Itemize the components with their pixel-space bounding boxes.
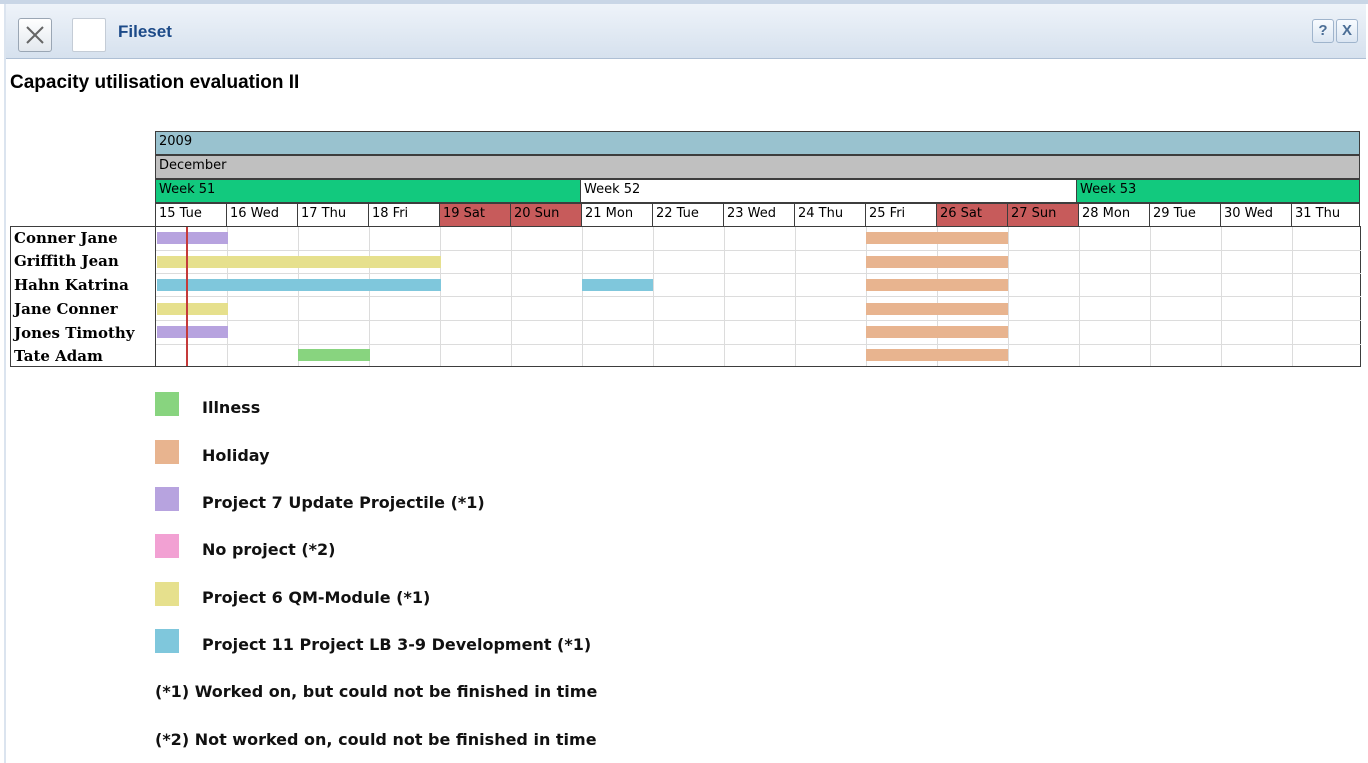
day-31: 31 Thu xyxy=(1291,203,1360,227)
close-x-icon xyxy=(26,26,44,44)
grid-hline xyxy=(156,273,1361,274)
employee-name: Conner Jane xyxy=(14,229,118,247)
bar-project-7[interactable] xyxy=(157,232,228,244)
day-18: 18 Fri xyxy=(368,203,440,227)
grid-hline xyxy=(156,250,1361,251)
day-30: 30 Wed xyxy=(1220,203,1292,227)
footnote-1: (*1) Worked on, but could not be finishe… xyxy=(155,682,598,701)
day-21: 21 Mon xyxy=(581,203,653,227)
window-close-icon[interactable]: X xyxy=(1336,19,1358,43)
day-15: 15 Tue xyxy=(155,203,227,227)
day-26: 26 Sat xyxy=(936,203,1008,227)
bar-holiday[interactable] xyxy=(866,279,1008,291)
bar-project-11[interactable] xyxy=(582,279,653,291)
close-button[interactable] xyxy=(18,18,52,52)
employee-name: Griffith Jean xyxy=(14,252,119,270)
footnote-2: (*2) Not worked on, could not be finishe… xyxy=(155,730,597,749)
today-marker xyxy=(186,227,188,366)
blank-checkbox[interactable] xyxy=(72,18,106,52)
bar-project-11[interactable] xyxy=(157,279,441,291)
grid-hline xyxy=(156,320,1361,321)
legend-swatch-project-11 xyxy=(155,629,179,653)
day-28: 28 Mon xyxy=(1078,203,1150,227)
bar-holiday[interactable] xyxy=(866,303,1008,315)
employee-name: Jones Timothy xyxy=(14,324,135,342)
bar-project-6[interactable] xyxy=(157,303,228,315)
page-title: Capacity utilisation evaluation II xyxy=(10,72,300,93)
window-title: Fileset xyxy=(118,22,172,41)
bar-illness[interactable] xyxy=(298,349,370,361)
day-25: 25 Fri xyxy=(865,203,937,227)
legend-label: Project 6 QM-Module (*1) xyxy=(202,588,431,607)
legend-swatch-holiday xyxy=(155,440,179,464)
employee-name: Hahn Katrina xyxy=(14,276,129,294)
day-20: 20 Sun xyxy=(510,203,582,227)
legend-swatch-project-7 xyxy=(155,487,179,511)
day-23: 23 Wed xyxy=(723,203,795,227)
day-17: 17 Thu xyxy=(297,203,369,227)
day-22: 22 Tue xyxy=(652,203,724,227)
legend-label: Holiday xyxy=(202,446,270,465)
window-left-border xyxy=(4,4,6,763)
employee-name: Tate Adam xyxy=(14,347,103,365)
legend-label: Illness xyxy=(202,398,261,417)
employee-name: Jane Conner xyxy=(14,300,118,318)
bar-project-6[interactable] xyxy=(157,256,441,268)
bar-project-7[interactable] xyxy=(157,326,228,338)
calendar-week-52: Week 52 xyxy=(580,179,1077,203)
day-16: 16 Wed xyxy=(226,203,298,227)
day-29: 29 Tue xyxy=(1149,203,1221,227)
day-27: 27 Sun xyxy=(1007,203,1079,227)
legend-label: Project 11 Project LB 3-9 Development (*… xyxy=(202,635,592,654)
legend-label: Project 7 Update Projectile (*1) xyxy=(202,493,485,512)
legend-label: No project (*2) xyxy=(202,540,336,559)
day-19: 19 Sat xyxy=(439,203,511,227)
calendar-year: 2009 xyxy=(155,131,1360,155)
calendar-week-51: Week 51 xyxy=(155,179,581,203)
legend-swatch-no-project xyxy=(155,534,179,558)
grid-hline xyxy=(156,296,1361,297)
help-icon[interactable]: ? xyxy=(1312,19,1334,43)
legend-swatch-illness xyxy=(155,392,179,416)
calendar-week-53: Week 53 xyxy=(1076,179,1360,203)
legend-swatch-project-6 xyxy=(155,582,179,606)
bar-holiday[interactable] xyxy=(866,232,1008,244)
window-titlebar: Fileset ? X xyxy=(6,4,1366,59)
bar-holiday[interactable] xyxy=(866,326,1008,338)
bar-holiday[interactable] xyxy=(866,256,1008,268)
calendar-month: December xyxy=(155,155,1360,179)
day-24: 24 Thu xyxy=(794,203,866,227)
capacity-grid: Conner Jane Griffith Jean Hahn Katrina J… xyxy=(10,226,1361,367)
bar-holiday[interactable] xyxy=(866,349,1008,361)
grid-hline xyxy=(156,344,1361,345)
